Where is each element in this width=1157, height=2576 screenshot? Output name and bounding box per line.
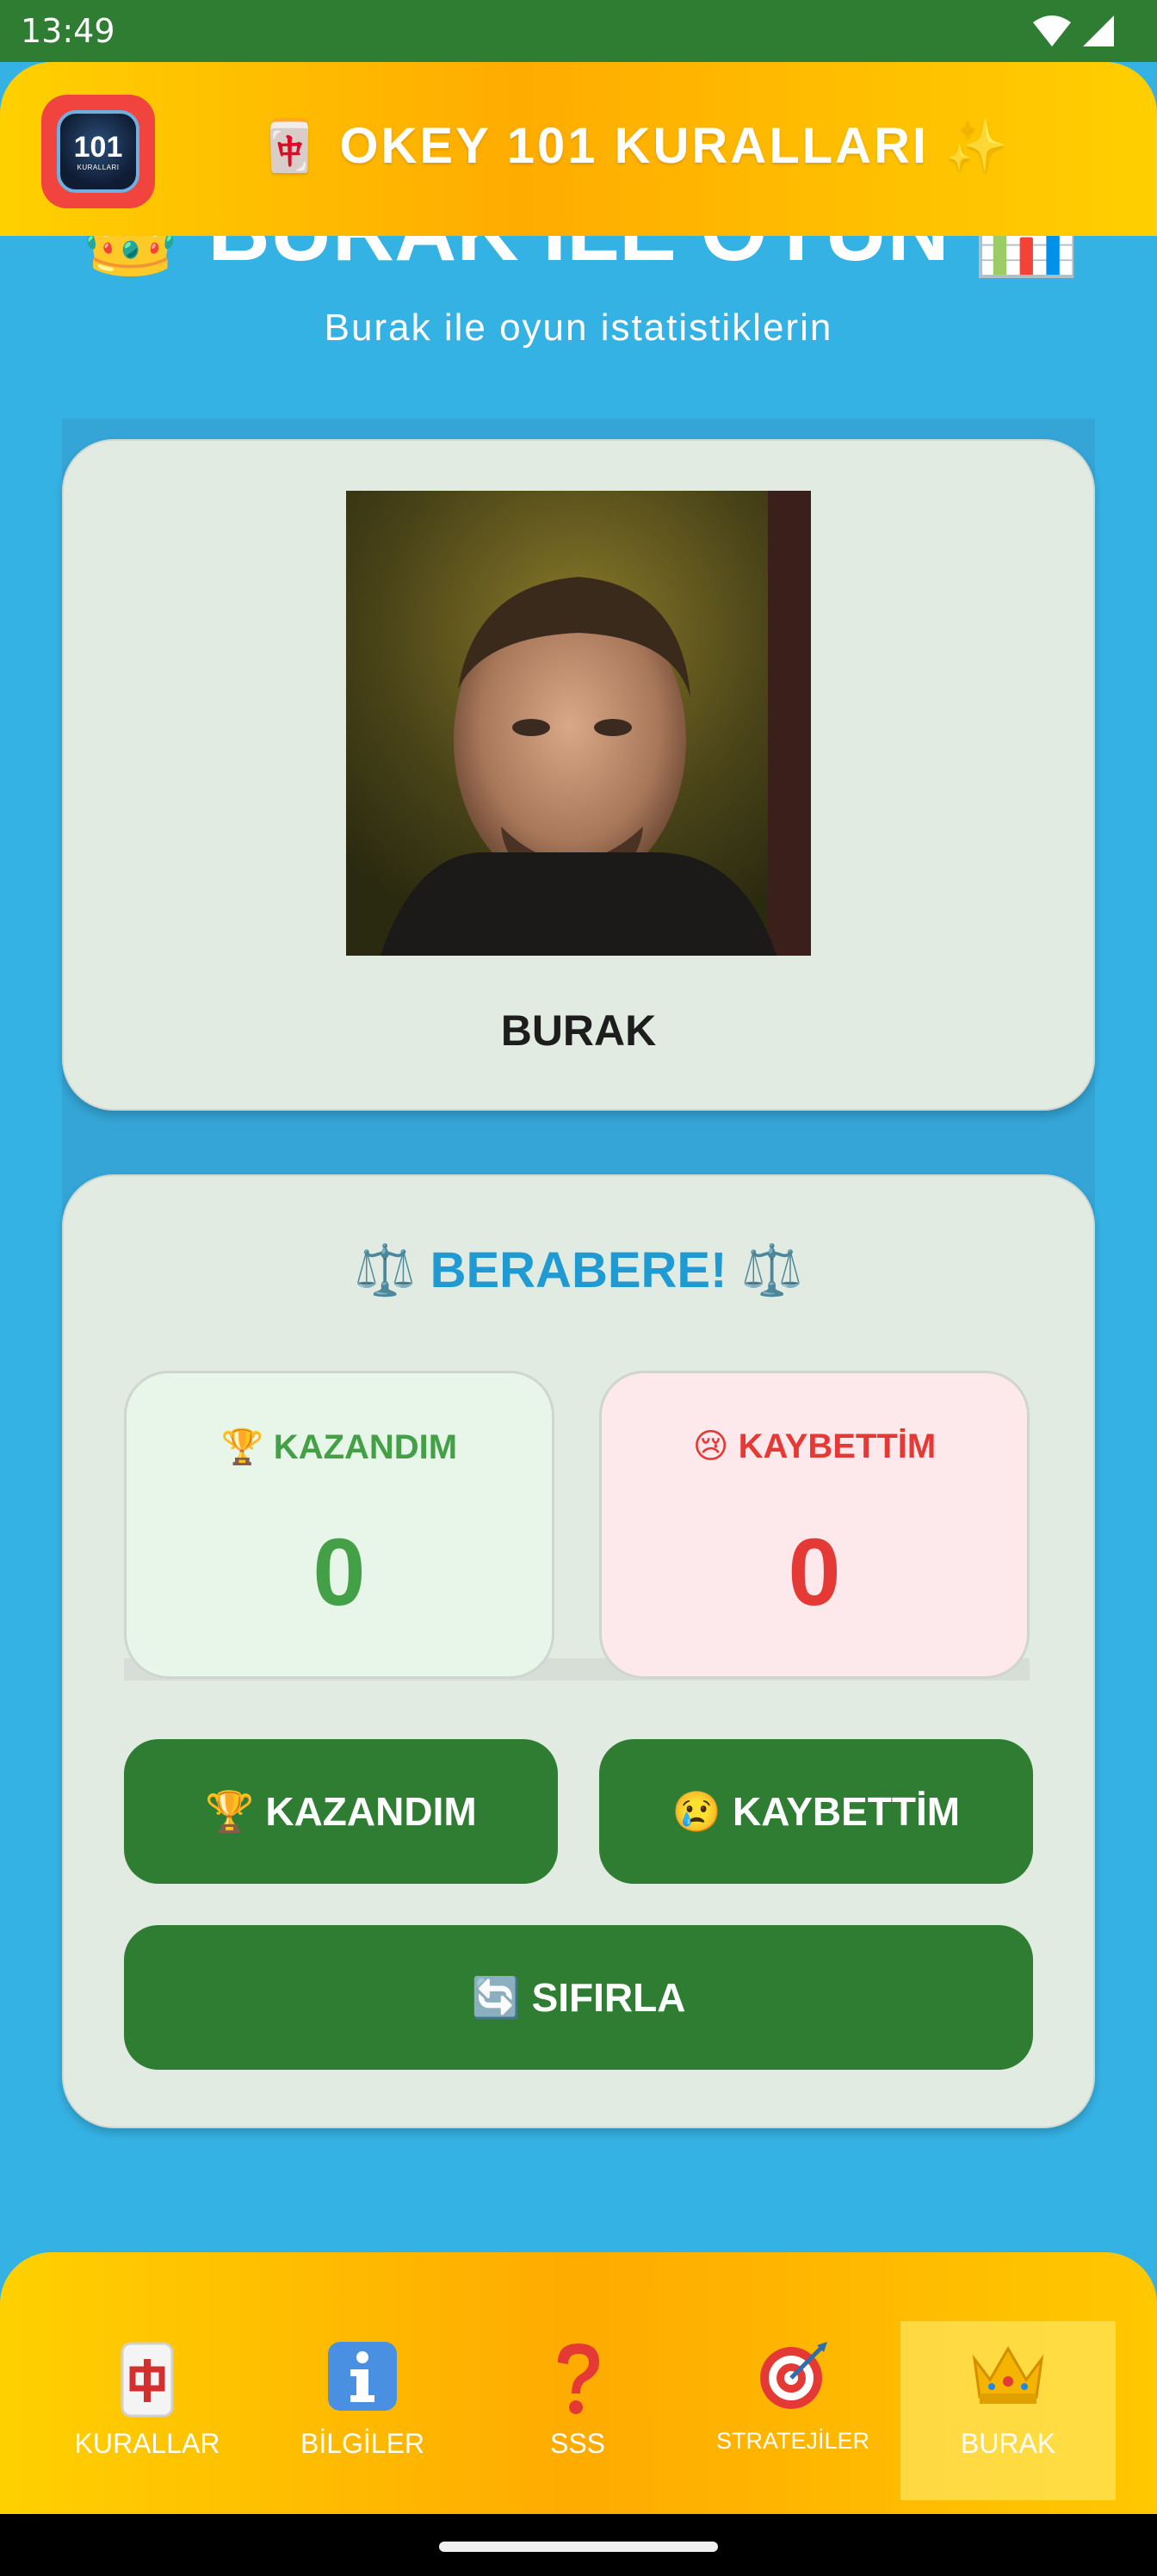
app-logo-badge: 101 KURALLARI	[57, 110, 139, 193]
nav-item-bilgiler[interactable]: BİLGİLER	[255, 2321, 470, 2500]
nav-label-stratejiler: STRATEJİLER	[715, 2428, 870, 2454]
app-logo-icon[interactable]: 101 KURALLARI	[41, 95, 155, 208]
nav-item-burak[interactable]: BURAK	[900, 2321, 1116, 2500]
app-header: 101 KURALLARI 🀄 OKEY 101 KURALLARI ✨	[0, 62, 1157, 236]
profile-photo-image	[346, 491, 811, 956]
nav-label-bilgiler: BİLGİLER	[300, 2428, 425, 2459]
nav-label-burak: BURAK	[960, 2428, 1056, 2459]
wifi-icon	[1033, 15, 1071, 46]
header-title: 🀄 OKEY 101 KURALLARI ✨	[258, 118, 1011, 174]
lose-score-label: 😢 KAYBETTİM	[692, 1427, 937, 1465]
app-logo-number: 101	[73, 130, 123, 164]
status-time: 13:49	[21, 12, 115, 50]
question-mark-icon	[470, 2340, 685, 2423]
status-bar: 13:49	[0, 0, 1157, 62]
win-score-label: 🏆 KAZANDIM	[220, 1428, 458, 1466]
profile-name: BURAK	[500, 1006, 657, 1055]
nav-label-sss: SSS	[549, 2428, 606, 2459]
stats-card: ⚖️ BERABERE! ⚖️ 🏆 KAZANDIM 0 😢 KAYBETTİM…	[62, 1174, 1095, 2128]
lose-score-box: 😢 KAYBETTİM 0	[599, 1371, 1030, 1679]
status-icons	[1031, 14, 1116, 48]
result-title: ⚖️ BERABERE! ⚖️	[354, 1242, 803, 1298]
win-score-value: 0	[312, 1520, 366, 1625]
gesture-bar	[0, 2514, 1157, 2576]
target-icon	[685, 2340, 900, 2423]
mahjong-tile-icon	[40, 2340, 255, 2423]
win-button[interactable]: 🏆 KAZANDIM	[124, 1739, 558, 1884]
crown-icon	[900, 2340, 1116, 2423]
nav-label-kurallar: KURALLAR	[74, 2428, 220, 2459]
app-logo-text: KURALLARI	[77, 163, 120, 171]
home-gesture-handle[interactable]	[439, 2542, 718, 2552]
win-score-box: 🏆 KAZANDIM 0	[124, 1371, 554, 1679]
profile-photo	[346, 491, 811, 956]
nav-item-sss[interactable]: SSS	[470, 2321, 685, 2500]
cellular-signal-icon	[1083, 15, 1114, 46]
reset-button[interactable]: 🔄 SIFIRLA	[124, 1925, 1033, 2070]
info-icon	[255, 2340, 470, 2423]
profile-card: BURAK	[62, 439, 1095, 1111]
nav-item-kurallar[interactable]: KURALLAR	[40, 2321, 255, 2500]
lose-button[interactable]: 😢 KAYBETTİM	[599, 1739, 1033, 1884]
lose-score-value: 0	[788, 1520, 841, 1625]
bottom-nav: KURALLAR BİLGİLER SSS STRATEJİLER BURAK	[0, 2252, 1157, 2514]
nav-item-stratejiler[interactable]: STRATEJİLER	[685, 2321, 900, 2500]
page-subtitle: Burak ile oyun istatistiklerin	[324, 307, 833, 349]
